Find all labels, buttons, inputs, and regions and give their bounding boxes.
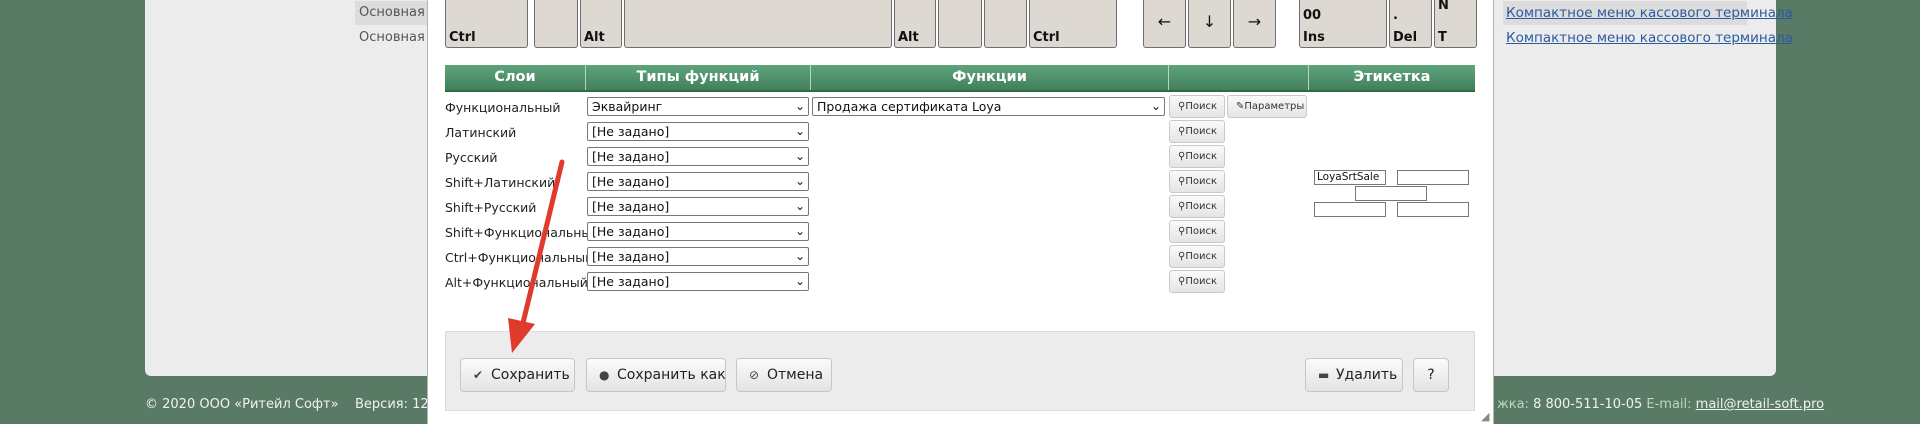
annotation-arrow-icon: [508, 159, 565, 353]
